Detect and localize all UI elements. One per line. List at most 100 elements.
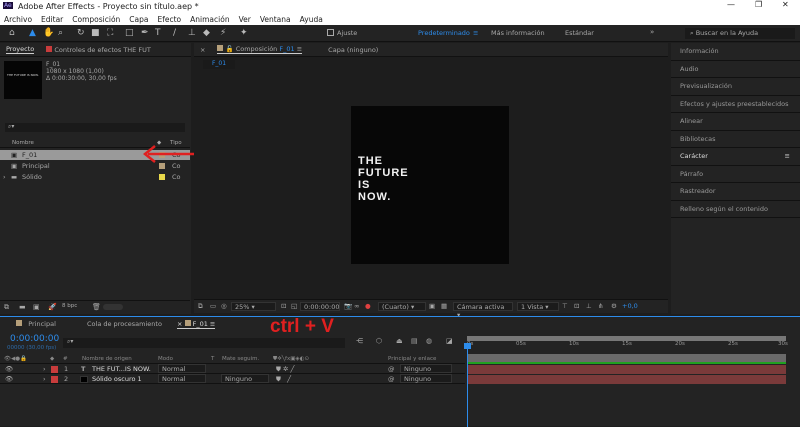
flowchart-icon[interactable]: ⋔ (598, 302, 603, 310)
eraser-tool-icon[interactable]: ◆ (203, 28, 210, 38)
pan-behind-icon[interactable]: ⛶ (107, 28, 113, 38)
type-tool-icon[interactable]: T (155, 28, 161, 38)
comp-breadcrumb[interactable]: F_01 (203, 60, 235, 69)
mode-dropdown[interactable]: Normal (158, 364, 206, 373)
home-icon[interactable]: ⌂ (9, 28, 15, 38)
current-time[interactable]: 0:00:00:00 (300, 302, 340, 311)
comp-canvas[interactable]: THE FUTURE IS NOW. (351, 106, 509, 264)
menu-editar[interactable]: Editar (41, 15, 63, 24)
project-item-solido[interactable]: › ▬ Sólido Co (0, 172, 190, 182)
layer-bar-2[interactable] (467, 375, 786, 384)
transparency-grid-icon[interactable]: ▦ (441, 302, 447, 310)
bpc-button[interactable]: 8 bpc (62, 303, 77, 309)
panel-menu-icon[interactable]: ≡ (785, 148, 790, 165)
resolution-dropdown[interactable]: (Cuarto) ▾ (378, 302, 426, 311)
render-icon[interactable]: 🚀 (48, 303, 57, 311)
time-ruler[interactable]: 0s 05s 10s 15s 20s 25s 30s (467, 341, 788, 351)
playhead-handle[interactable] (464, 343, 471, 349)
camera-snapshot-icon[interactable]: 📷 (344, 302, 352, 310)
tab-controles-efectos[interactable]: Controles de efectos THE FUT (46, 45, 151, 54)
menu-composicion[interactable]: Composición (72, 15, 120, 24)
parent-dropdown[interactable]: Ninguno (400, 364, 452, 373)
menu-ayuda[interactable]: Ayuda (300, 15, 323, 24)
tab-capa[interactable]: Capa (ninguno) (328, 46, 378, 54)
help-search[interactable]: ⌕ Buscar en la Ayuda (685, 28, 795, 39)
menu-capa[interactable]: Capa (129, 15, 148, 24)
color-channels-icon[interactable]: ● (365, 302, 371, 310)
close-tab-icon[interactable]: × (200, 46, 205, 54)
snap-checkbox[interactable] (327, 29, 334, 36)
panel-efectos[interactable]: Efectos y ajustes preestablecidos (671, 96, 800, 113)
layer-row-2[interactable]: 👁 › 2 Sólido oscuro 1 Normal Ninguno ⛊ ╱… (0, 374, 465, 384)
pen-tool-icon[interactable]: ✒ (141, 28, 149, 38)
fit-icon[interactable]: ⊡ (281, 302, 286, 310)
shy-icon[interactable]: ⛊ ✲ ╱ (276, 364, 294, 374)
new-folder-icon[interactable]: ▬ (19, 303, 26, 311)
roto-brush-icon[interactable]: ⚡ (220, 28, 226, 38)
toggle-pixel-icon[interactable]: ⊤ (562, 302, 568, 310)
rotate-tool-icon[interactable]: ↻ (77, 28, 85, 38)
always-preview-icon[interactable]: ⧉ (198, 302, 203, 311)
shy-layers-icon[interactable]: ⏏ (396, 337, 403, 345)
menu-archivo[interactable]: Archivo (4, 15, 32, 24)
motion-blur-icon[interactable]: ◍ (426, 337, 432, 345)
camera-dropdown[interactable]: Cámara activa ▾ (453, 302, 513, 319)
tab-cola[interactable]: Cola de procesamiento (87, 320, 162, 328)
panel-parrafo[interactable]: Párrafo (671, 166, 800, 183)
label-color[interactable] (51, 376, 58, 383)
panel-alinear[interactable]: Alinear (671, 113, 800, 131)
clone-stamp-icon[interactable]: ⊥ (188, 28, 196, 38)
expand-chevron-icon[interactable]: › (3, 172, 6, 182)
trash-icon[interactable]: 🗑 (92, 303, 101, 311)
timeline-search[interactable]: ⌕▾ (63, 338, 345, 348)
mask-icon[interactable]: ◎ (221, 302, 227, 310)
monitor-icon[interactable]: ▭ (210, 302, 216, 310)
tab-composicion[interactable]: 🔓 Composición F_01 ≡ (217, 45, 303, 54)
restore-icon[interactable]: ❐ (755, 0, 762, 9)
help-search-input[interactable]: Buscar en la Ayuda (696, 29, 758, 37)
workspace-mas-informacion[interactable]: Más información (491, 29, 545, 37)
interpret-footage-icon[interactable]: ⧉ (4, 303, 9, 312)
menu-animacion[interactable]: Animación (190, 15, 229, 24)
exposure-icon[interactable]: ⚙ (611, 302, 617, 310)
expand-chevron-icon[interactable]: › (43, 374, 46, 384)
matte-dropdown[interactable]: Ninguno (221, 374, 269, 383)
layer-bar-1[interactable] (467, 365, 786, 374)
thumbnail-slider[interactable] (103, 304, 123, 310)
panel-caracter[interactable]: Carácter ≡ (671, 148, 800, 166)
panel-bibliotecas[interactable]: Bibliotecas (671, 131, 800, 148)
workspace-predeterminado[interactable]: Predeterminado (418, 29, 470, 37)
menu-efecto[interactable]: Efecto (158, 15, 182, 24)
composition-flowchart-icon[interactable]: ⋲ (356, 337, 363, 345)
brush-tool-icon[interactable]: / (173, 28, 176, 38)
selection-tool-icon[interactable]: ▲ (29, 28, 36, 38)
zoom-dropdown[interactable]: 25% ▾ (231, 302, 276, 311)
layer-name[interactable]: Sólido oscuro 1 (92, 374, 142, 384)
minimize-icon[interactable]: — (727, 0, 735, 9)
panel-audio[interactable]: Audio (671, 61, 800, 78)
panel-previsualizacion[interactable]: Previsualización (671, 78, 800, 96)
safe-area-icon[interactable]: ◱ (291, 302, 297, 310)
pickwhip-icon[interactable]: @ (388, 364, 395, 374)
zoom-tool-icon[interactable]: ⌕ (58, 28, 63, 38)
menu-ventana[interactable]: Ventana (260, 15, 291, 24)
project-search[interactable]: ⌕▾ (5, 123, 185, 132)
work-area-bar[interactable] (467, 354, 786, 362)
exposure-value[interactable]: +0,0 (622, 302, 638, 310)
eye-icon[interactable]: 👁 (5, 364, 13, 374)
draft-3d-icon[interactable]: ⬡ (376, 337, 382, 345)
parent-dropdown[interactable]: Ninguno (400, 374, 452, 383)
roi-icon[interactable]: ▣ (429, 302, 435, 310)
puppet-tool-icon[interactable]: ✦ (240, 28, 248, 38)
panel-informacion[interactable]: Información (671, 43, 800, 61)
menu-ver[interactable]: Ver (239, 15, 251, 24)
camera-tool-icon[interactable]: ■ (91, 28, 100, 38)
timeline-timecode[interactable]: 0:00:00:00 (10, 334, 59, 344)
show-snapshot-icon[interactable]: ∞ (354, 302, 359, 310)
frame-blending-icon[interactable]: ▤ (411, 337, 418, 345)
fast-preview-icon[interactable]: ⊡ (574, 302, 579, 310)
close-icon[interactable]: ✕ (782, 0, 789, 9)
col-name[interactable]: Nombre (12, 140, 34, 146)
overflow-icon[interactable]: » (650, 28, 654, 36)
canvas-text[interactable]: THE FUTURE IS NOW. (358, 155, 409, 203)
